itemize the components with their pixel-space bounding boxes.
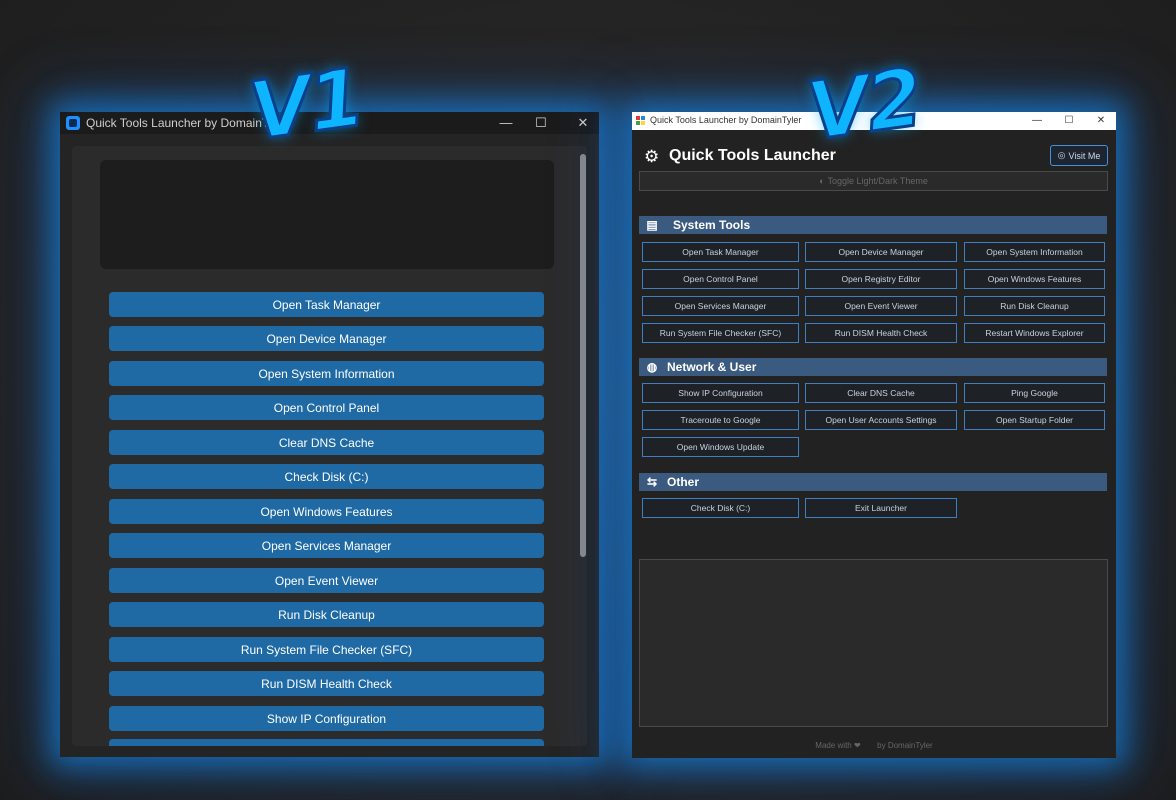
visit-me-button[interactable]: ◎ Visit Me <box>1050 145 1108 166</box>
check-disk-button[interactable]: Check Disk (C:) <box>109 464 544 489</box>
run-dism-button[interactable]: Run DISM Health Check <box>109 671 544 696</box>
footer-made-with: Made with ❤ <box>815 741 861 750</box>
open-user-accounts-button[interactable]: Open User Accounts Settings <box>805 410 957 430</box>
visit-me-label: Visit Me <box>1068 150 1101 161</box>
v2-badge: V2 <box>801 49 927 160</box>
close-icon[interactable]: ✕ <box>574 114 592 132</box>
open-device-manager-button[interactable]: Open Device Manager <box>109 326 544 351</box>
exit-launcher-button[interactable]: Exit Launcher <box>805 498 957 518</box>
section-title: System Tools <box>673 218 751 232</box>
v1-window: Quick Tools Launcher by DomainTyler — ☐ … <box>60 112 599 757</box>
open-startup-folder-button[interactable]: Open Startup Folder <box>964 410 1105 430</box>
open-windows-features-button[interactable]: Open Windows Features <box>109 499 544 524</box>
open-task-manager-button[interactable]: Open Task Manager <box>642 242 799 262</box>
traceroute-google-button[interactable]: Traceroute to Google <box>642 410 799 430</box>
theme-icon: ◐ <box>819 176 825 186</box>
v2-window: Quick Tools Launcher by DomainTyler — ☐ … <box>632 112 1116 758</box>
clear-dns-cache-button[interactable]: Clear DNS Cache <box>805 383 957 403</box>
section-system-tools: ▤ System Tools <box>639 216 1107 234</box>
show-ip-configuration-button[interactable]: Show IP Configuration <box>642 383 799 403</box>
toggle-theme-label: Toggle Light/Dark Theme <box>827 176 928 186</box>
section-title: Other <box>667 475 700 489</box>
open-windows-update-button[interactable]: Open Windows Update <box>642 437 799 457</box>
open-task-manager-button[interactable]: Open Task Manager <box>109 292 544 317</box>
open-windows-features-button[interactable]: Open Windows Features <box>964 269 1105 289</box>
open-control-panel-button[interactable]: Open Control Panel <box>109 395 544 420</box>
partially-visible-button[interactable] <box>109 739 544 746</box>
open-registry-editor-button[interactable]: Open Registry Editor <box>805 269 957 289</box>
maximize-icon[interactable]: ☐ <box>532 114 550 132</box>
footer-author: by DomainTyler <box>877 741 933 750</box>
computer-icon: ▤ <box>646 218 658 232</box>
run-sfc-button[interactable]: Run System File Checker (SFC) <box>642 323 799 343</box>
minimize-icon[interactable]: — <box>497 114 515 132</box>
v1-scrollbar[interactable] <box>580 154 586 557</box>
globe-icon: ◍ <box>646 360 658 374</box>
open-system-information-button[interactable]: Open System Information <box>964 242 1105 262</box>
v1-badge: V1 <box>243 49 369 160</box>
show-ip-configuration-button[interactable]: Show IP Configuration <box>109 706 544 731</box>
check-disk-button[interactable]: Check Disk (C:) <box>642 498 799 518</box>
open-control-panel-button[interactable]: Open Control Panel <box>642 269 799 289</box>
open-event-viewer-button[interactable]: Open Event Viewer <box>805 296 957 316</box>
v1-content: Open Task Manager Open Device Manager Op… <box>72 146 587 746</box>
footer: Made with ❤ by DomainTyler <box>632 741 1116 750</box>
section-network-user: ◍ Network & User <box>639 358 1107 376</box>
open-device-manager-button[interactable]: Open Device Manager <box>805 242 957 262</box>
run-disk-cleanup-button[interactable]: Run Disk Cleanup <box>964 296 1105 316</box>
app-icon <box>636 116 646 126</box>
open-services-manager-button[interactable]: Open Services Manager <box>642 296 799 316</box>
open-system-information-button[interactable]: Open System Information <box>109 361 544 386</box>
v1-output-textbox[interactable] <box>100 160 554 269</box>
gear-icon: ⚙ <box>644 147 660 166</box>
restart-explorer-button[interactable]: Restart Windows Explorer <box>964 323 1105 343</box>
maximize-icon[interactable]: ☐ <box>1060 112 1078 130</box>
app-icon <box>66 116 80 130</box>
open-services-manager-button[interactable]: Open Services Manager <box>109 533 544 558</box>
globe-icon: ◎ <box>1057 150 1066 160</box>
run-disk-cleanup-button[interactable]: Run Disk Cleanup <box>109 602 544 627</box>
page-title: Quick Tools Launcher <box>669 147 836 164</box>
clear-dns-cache-button[interactable]: Clear DNS Cache <box>109 430 544 455</box>
section-title: Network & User <box>667 360 757 374</box>
v2-window-title: Quick Tools Launcher by DomainTyler <box>650 115 802 125</box>
toggle-theme-button[interactable]: ◐ Toggle Light/Dark Theme <box>639 171 1108 191</box>
run-sfc-button[interactable]: Run System File Checker (SFC) <box>109 637 544 662</box>
close-icon[interactable]: ✕ <box>1092 112 1110 130</box>
swap-icon: ⇆ <box>646 475 658 489</box>
minimize-icon[interactable]: — <box>1028 112 1046 130</box>
section-other: ⇆ Other <box>639 473 1107 491</box>
open-event-viewer-button[interactable]: Open Event Viewer <box>109 568 544 593</box>
v2-output-textbox[interactable] <box>639 559 1108 727</box>
ping-google-button[interactable]: Ping Google <box>964 383 1105 403</box>
run-dism-button[interactable]: Run DISM Health Check <box>805 323 957 343</box>
